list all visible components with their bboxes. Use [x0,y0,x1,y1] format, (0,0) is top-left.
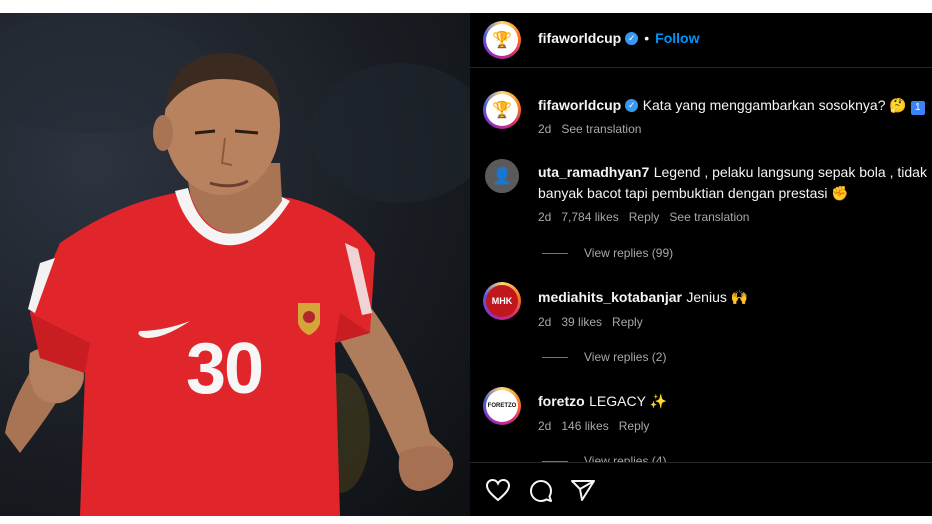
comment-avatar[interactable]: MHK [483,282,521,320]
avatar-logo-text: FORETZO [487,403,517,409]
comment-username[interactable]: uta_ramadhyan7 [538,164,649,180]
likes-count[interactable]: 7,784 likes [561,210,618,224]
player-photo [0,13,470,516]
comment-text: LEGACY ✨ [589,393,667,409]
author-username[interactable]: fifaworldcup [538,30,621,46]
comment-text-continued: banyak bacot tapi pembuktian dengan pres… [538,185,849,201]
comment-meta: 2d 39 likes Reply [538,315,653,329]
comment-1: uta_ramadhyan7 Legend , pelaku langsung … [538,164,927,182]
divider-line [542,253,568,255]
comment-time: 2d [538,419,552,433]
comment-username[interactable]: mediahits_kotabanjar [538,289,682,305]
post-viewer: 30 🏆 fifaworldcup ✓ • Follow 🏆 fifaworldcup… [0,13,932,516]
reply-button[interactable]: Reply [629,210,660,224]
view-replies-button[interactable]: View replies (2) [542,350,666,364]
caption-meta: 2d See translation [538,122,651,136]
see-translation-link[interactable]: See translation [561,122,641,136]
author-avatar[interactable]: 🏆 [483,21,521,59]
jersey-number: 30 [186,329,264,409]
comments-panel: 🏆 fifaworldcup ✓ • Follow 🏆 fifaworldcup ✓ K… [470,13,932,516]
avatar-logo-text: MHK [491,296,513,306]
follow-button[interactable]: Follow [655,30,699,46]
caption-username[interactable]: fifaworldcup [538,97,621,113]
comment-meta: 2d 146 likes Reply [538,419,659,433]
trophy-icon: 🏆 [492,102,512,119]
trophy-icon: 🏆 [492,32,512,49]
caption-avatar[interactable]: 🏆 [483,91,521,129]
user-photo-icon: 👤 [492,168,512,185]
likes-count[interactable]: 39 likes [561,315,602,329]
comment-avatar[interactable]: 👤 [485,159,519,193]
separator-dot: • [644,30,650,46]
action-bar [470,462,932,516]
comment-3: foretzo LEGACY ✨ [538,393,667,411]
comment-text: Jenius 🙌 [686,289,749,305]
verified-badge-icon: ✓ [625,99,639,113]
post-header: 🏆 fifaworldcup ✓ • Follow [470,13,932,68]
post-image[interactable]: 30 [0,13,470,516]
view-replies-label: View replies (4) [584,454,667,462]
info-icon: 1 [910,101,925,115]
caption-time: 2d [538,122,552,136]
verified-badge-icon: ✓ [625,32,639,46]
likes-count[interactable]: 146 likes [561,419,608,433]
reply-button[interactable]: Reply [612,315,643,329]
comment-2: mediahits_kotabanjar Jenius 🙌 [538,289,748,307]
view-replies-button[interactable]: View replies (99) [542,246,673,260]
heart-icon[interactable] [485,478,511,502]
comment-time: 2d [538,210,552,224]
view-replies-button[interactable]: View replies (4) [542,454,666,462]
caption-text: Kata yang menggambarkan sosoknya? 🤔 [642,97,911,113]
comment-time: 2d [538,315,552,329]
comment-avatar[interactable]: FORETZO [483,387,521,425]
view-replies-label: View replies (99) [584,246,674,260]
comment-icon[interactable] [528,478,554,504]
reply-button[interactable]: Reply [619,419,650,433]
caption: fifaworldcup ✓ Kata yang menggambarkan so… [538,97,925,115]
share-icon[interactable] [570,478,596,502]
see-translation-link[interactable]: See translation [669,210,749,224]
comment-username[interactable]: foretzo [538,393,585,409]
comment-text: Legend , pelaku langsung sepak bola , ti… [653,164,927,180]
view-replies-label: View replies (2) [584,350,667,364]
comment-meta: 2d 7,784 likes Reply See translation [538,210,759,224]
divider-line [542,357,568,359]
